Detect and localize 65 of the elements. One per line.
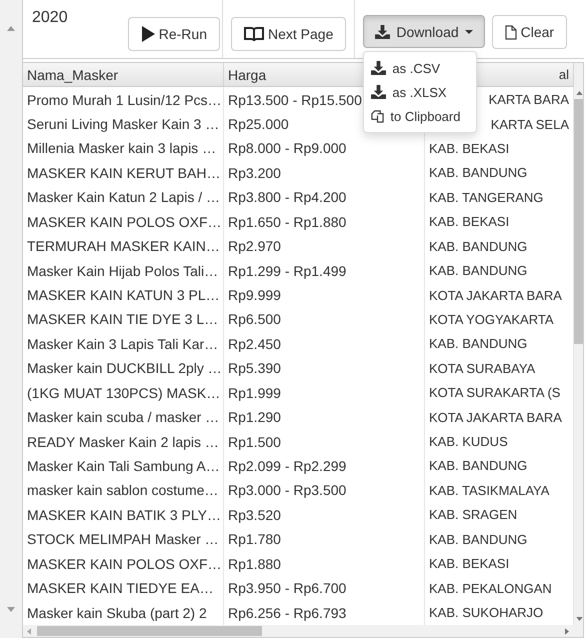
table-cell: Rp1.500 — [224, 429, 424, 454]
caret-icon — [464, 30, 473, 34]
scroll-up-icon[interactable] — [576, 91, 582, 95]
table-cell: Rp3.000 - Rp3.500 — [224, 478, 424, 503]
table-cell: Masker kain DUCKBILL 2ply … — [23, 356, 224, 380]
report-title: 2020 — [32, 9, 68, 27]
table-cell: (1KG MUAT 130PCS) MASK… — [23, 380, 224, 405]
table-cell: Rp1.290 — [224, 404, 424, 430]
table-cell: Seruni Living Masker Kain 3 … — [23, 112, 224, 136]
table-cell: Rp2.450 — [224, 332, 424, 356]
scroll-right-icon[interactable] — [565, 628, 569, 634]
table-cell: Rp3.520 — [224, 502, 424, 528]
scroll-down-icon[interactable] — [7, 607, 15, 612]
document-icon — [504, 24, 517, 40]
table-cell: Rp1.999 — [224, 380, 424, 405]
table-cell: Promo Murah 1 Lusin/12 Pcs… — [23, 86, 224, 112]
table-cell: Masker Kain 3 Lapis Tali Kar… — [23, 332, 224, 356]
table-cell: MASKER KAIN TIEDYE EA… — [23, 576, 224, 600]
table-cell: Rp2.099 - Rp2.299 — [224, 454, 424, 478]
scroll-left-icon[interactable] — [27, 628, 31, 634]
table-cell: MASKER KAIN KATUN 3 PL… — [23, 282, 224, 308]
table-cell: Rp3.200 — [224, 160, 424, 186]
table-cell: Rp6.500 — [224, 307, 424, 332]
table-cell: STOCK MELIMPAH Masker … — [23, 527, 224, 552]
table-cell: Rp1.880 — [224, 551, 424, 576]
copy-icon — [371, 110, 384, 122]
table-cell: Masker Kain Tali Sambung A… — [23, 454, 224, 478]
book-icon — [244, 26, 264, 42]
column-header[interactable]: Nama_Masker — [23, 63, 224, 87]
table-cell: Rp2.970 — [224, 234, 424, 258]
table-cell: Rp1.780 — [224, 527, 424, 552]
table-cell: Masker Kain Hijab Polos Tali… — [23, 258, 224, 283]
clear-button[interactable]: Clear — [492, 15, 568, 49]
next-page-button[interactable]: Next Page — [231, 17, 346, 51]
table-cell: Masker Kain Katun 2 Lapis / … — [23, 185, 224, 210]
table-cell: Rp1.299 - Rp1.499 — [224, 258, 424, 283]
table-cell: Rp1.650 - Rp1.880 — [224, 210, 424, 234]
scroll-thumb[interactable] — [574, 99, 583, 344]
table-cell: MASKER KAIN TIE DYE 3 L… — [23, 307, 224, 332]
download-icon — [375, 24, 390, 38]
table-cell: MASKER KAIN POLOS OXF… — [23, 210, 224, 234]
scroll-down-icon[interactable] — [576, 617, 582, 621]
rerun-button[interactable]: Re-Run — [128, 17, 220, 51]
play-icon — [140, 26, 155, 42]
download-button[interactable]: Download — [363, 15, 485, 48]
table-cell: Rp3.800 - Rp4.200 — [224, 185, 424, 210]
table-cell: MASKER KAIN KERUT BAH… — [23, 160, 224, 186]
table-cell: Rp9.999 — [224, 282, 424, 308]
table-cell: Rp3.950 - Rp6.700 — [224, 576, 424, 600]
table-cell: Rp5.390 — [224, 356, 424, 380]
scroll-up-icon[interactable] — [7, 26, 15, 31]
table-cell: READY Masker Kain 2 lapis … — [23, 429, 224, 454]
scroll-thumb[interactable] — [37, 626, 262, 636]
table-cell: MASKER KAIN BATIK 3 PLY… — [23, 502, 224, 528]
table-cell: TERMURAH MASKER KAIN… — [23, 234, 224, 258]
vertical-scrollbar[interactable] — [574, 63, 583, 625]
table-cell: masker kain sablon costume… — [23, 478, 224, 503]
download-icon — [371, 85, 386, 99]
horizontal-scrollbar[interactable] — [23, 625, 583, 637]
table-cell: MASKER KAIN POLOS OXF… — [23, 551, 224, 576]
table-cell: Masker kain scuba / masker … — [23, 404, 224, 430]
download-icon — [371, 61, 386, 75]
table-cell: Rp8.000 - Rp9.000 — [224, 136, 424, 161]
table-cell: Millenia Masker kain 3 lapis … — [23, 136, 224, 161]
page-scrollbar[interactable] — [0, 0, 22, 638]
